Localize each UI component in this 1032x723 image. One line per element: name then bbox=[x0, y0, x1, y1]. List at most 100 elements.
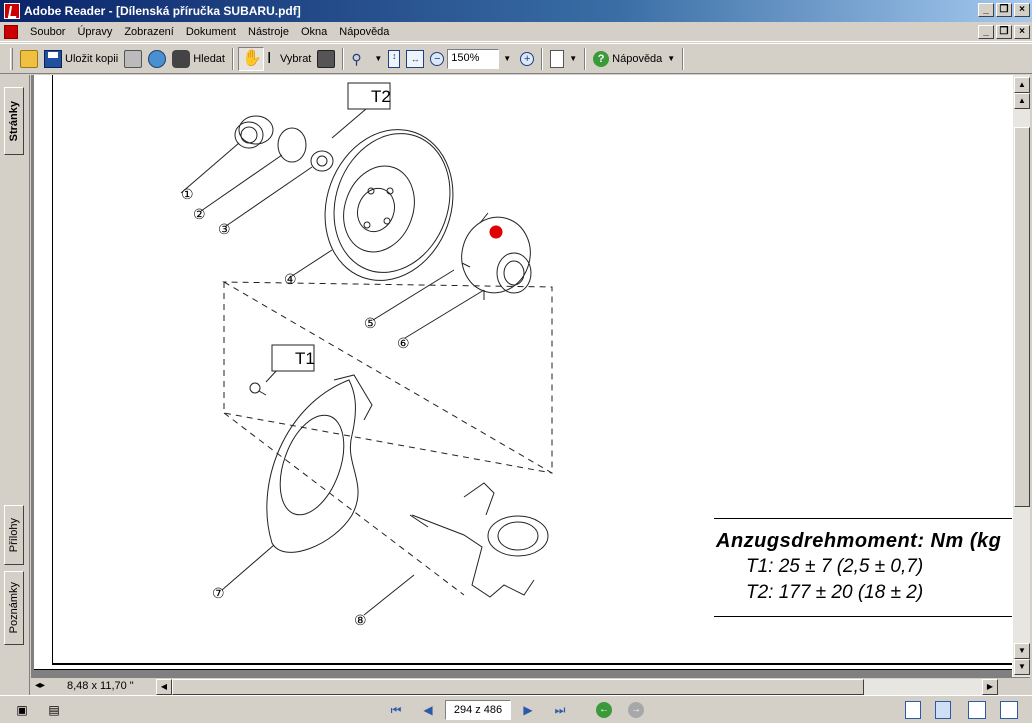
zoom-tool-button[interactable]: ⚲ ▼ bbox=[348, 47, 385, 71]
chevron-down-icon[interactable]: ▼ bbox=[374, 54, 382, 63]
menu-nastroje[interactable]: Nástroje bbox=[242, 26, 295, 38]
fit-height-button[interactable]: ↕ bbox=[385, 47, 403, 71]
go-back-button[interactable]: ← bbox=[594, 700, 614, 720]
single-page-icon[interactable] bbox=[905, 701, 921, 719]
part-number-3: ③ bbox=[218, 221, 231, 237]
chevron-down-icon[interactable]: ▼ bbox=[667, 54, 675, 63]
callout-t1-label: T1 bbox=[295, 349, 315, 368]
printer-icon bbox=[124, 49, 143, 68]
document-properties-icon[interactable]: ▤ bbox=[44, 700, 64, 720]
adobe-reader-icon bbox=[4, 3, 20, 19]
scroll-right-icon[interactable]: ▶ bbox=[982, 679, 998, 695]
tab-attachments[interactable]: Přílohy bbox=[4, 505, 24, 565]
tab-comments[interactable]: Poznámky bbox=[4, 571, 24, 645]
magnifier-icon: ⚲ bbox=[351, 50, 362, 67]
doc-close-button[interactable]: × bbox=[1014, 25, 1030, 39]
zoom-out-icon: − bbox=[430, 51, 445, 66]
toolbar-grip[interactable] bbox=[10, 47, 13, 70]
part-axle-nut bbox=[310, 150, 334, 172]
vertical-scrollbar[interactable]: ▲ ▲ ▼ ▼ bbox=[1012, 75, 1030, 677]
scroll-down-icon[interactable]: ▼ bbox=[1014, 659, 1030, 675]
part-number-8: ⑧ bbox=[354, 612, 367, 628]
page-up-icon[interactable]: ▲ bbox=[1014, 93, 1030, 109]
part-number-7: ⑦ bbox=[212, 585, 225, 601]
last-page-icon[interactable]: ⏭ bbox=[550, 700, 570, 720]
legend-t2: T2: 177 ± 20 (18 ± 2) bbox=[746, 582, 924, 603]
scroll-up-icon[interactable]: ▲ bbox=[1014, 77, 1030, 93]
legend-bottom-rule bbox=[714, 616, 1012, 617]
zoom-out-button[interactable]: − bbox=[427, 47, 447, 71]
toolbar: Uložit kopii Hledat ✋ Ⅰ Vybrat ⚲ ▼ ↕ ↔ −… bbox=[0, 43, 1032, 74]
page-size-readout: 8,48 x 11,70 " bbox=[67, 680, 134, 692]
scroll-left-icon[interactable]: ◀ bbox=[156, 679, 172, 695]
doc-restore-button[interactable]: ❐ bbox=[996, 25, 1012, 39]
menu-napoveda[interactable]: Nápověda bbox=[333, 26, 395, 38]
binoculars-icon bbox=[172, 49, 191, 68]
legend-top-rule bbox=[714, 518, 1012, 519]
select-tool-button[interactable]: Ⅰ Vybrat bbox=[264, 47, 314, 71]
tab-pages[interactable]: Stránky bbox=[4, 87, 24, 155]
horizontal-bar: ◂▸ 8,48 x 11,70 " ◀ ▶ bbox=[31, 677, 1030, 695]
pages-icon bbox=[550, 49, 565, 68]
zoom-dropdown-icon[interactable]: ▼ bbox=[503, 54, 511, 63]
open-button[interactable] bbox=[17, 47, 41, 71]
minimize-button[interactable]: _ bbox=[978, 3, 994, 17]
snapshot-button[interactable] bbox=[314, 47, 338, 71]
part-steering-knuckle bbox=[409, 482, 549, 598]
menu-bar: Soubor Úpravy Zobrazení Dokument Nástroj… bbox=[0, 22, 1032, 42]
page-layout-button[interactable]: ▼ bbox=[547, 47, 580, 71]
panel-toggle-icon[interactable]: ▣ bbox=[12, 700, 32, 720]
previous-page-icon[interactable]: ◀ bbox=[418, 700, 438, 720]
save-copy-button[interactable]: Uložit kopii bbox=[41, 47, 121, 71]
zoom-level-input[interactable]: 150% bbox=[447, 48, 500, 69]
horizontal-scrollbar[interactable]: ◀ ▶ bbox=[156, 679, 998, 695]
menu-dokument[interactable]: Dokument bbox=[180, 26, 242, 38]
vertical-scroll-thumb[interactable] bbox=[1014, 127, 1030, 507]
continuous-page-icon[interactable] bbox=[935, 701, 951, 719]
hand-tool-button[interactable]: ✋ bbox=[237, 46, 264, 71]
next-page-icon[interactable]: ▶ bbox=[518, 700, 538, 720]
search-button[interactable]: Hledat bbox=[169, 47, 228, 71]
horizontal-scroll-thumb[interactable] bbox=[172, 679, 864, 695]
menu-zobrazeni[interactable]: Zobrazení bbox=[118, 26, 180, 38]
page-number-input[interactable]: 294 z 486 bbox=[445, 700, 511, 720]
document-view[interactable]: T2 T1 ① ② ③ ④ ⑤ ⑥ ⑦ ⑧ Anzugsdrehmoment: … bbox=[31, 75, 1012, 677]
text-cursor-icon: Ⅰ bbox=[266, 49, 272, 67]
close-button[interactable]: × bbox=[1014, 3, 1030, 17]
part-number-1: ① bbox=[181, 186, 194, 202]
pdf-page: T2 T1 ① ② ③ ④ ⑤ ⑥ ⑦ ⑧ Anzugsdrehmoment: … bbox=[34, 75, 1012, 670]
forward-arrow-icon: → bbox=[628, 702, 644, 718]
part-bolt bbox=[249, 382, 267, 396]
help-icon: ? bbox=[593, 50, 610, 67]
menu-okna[interactable]: Okna bbox=[295, 26, 333, 38]
part-brake-disc bbox=[324, 129, 454, 281]
fit-width-button[interactable]: ↔ bbox=[403, 47, 427, 71]
doc-minimize-button[interactable]: _ bbox=[978, 25, 994, 39]
help-label: Nápověda bbox=[612, 52, 663, 65]
toolbar-separator bbox=[584, 47, 587, 70]
search-label: Hledat bbox=[193, 52, 225, 65]
help-button[interactable]: ? Nápověda ▼ bbox=[590, 47, 678, 71]
part-hub bbox=[461, 212, 532, 300]
maximize-button[interactable]: ❐ bbox=[996, 3, 1012, 17]
document-icon[interactable] bbox=[4, 24, 18, 39]
go-forward-button[interactable]: → bbox=[626, 700, 646, 720]
resize-arrows-icon[interactable]: ◂▸ bbox=[35, 680, 45, 691]
email-button[interactable] bbox=[145, 47, 169, 71]
fit-page-icon: ↕ bbox=[388, 49, 401, 68]
zoom-in-button[interactable]: + bbox=[517, 47, 537, 71]
camera-icon bbox=[317, 49, 336, 68]
first-page-icon[interactable]: ⏮ bbox=[386, 700, 406, 720]
select-label: Vybrat bbox=[279, 52, 312, 65]
menu-soubor[interactable]: Soubor bbox=[24, 26, 71, 38]
facing-pages-icon[interactable] bbox=[968, 701, 986, 719]
fit-width-icon: ↔ bbox=[406, 49, 425, 68]
print-button[interactable] bbox=[121, 47, 145, 71]
part-number-2: ② bbox=[193, 206, 206, 222]
menu-upravy[interactable]: Úpravy bbox=[71, 26, 118, 38]
part-cap bbox=[234, 115, 274, 149]
continuous-facing-icon[interactable] bbox=[1000, 701, 1018, 719]
page-down-icon[interactable]: ▼ bbox=[1014, 643, 1030, 659]
chevron-down-icon[interactable]: ▼ bbox=[569, 54, 577, 63]
red-marker bbox=[489, 225, 503, 239]
